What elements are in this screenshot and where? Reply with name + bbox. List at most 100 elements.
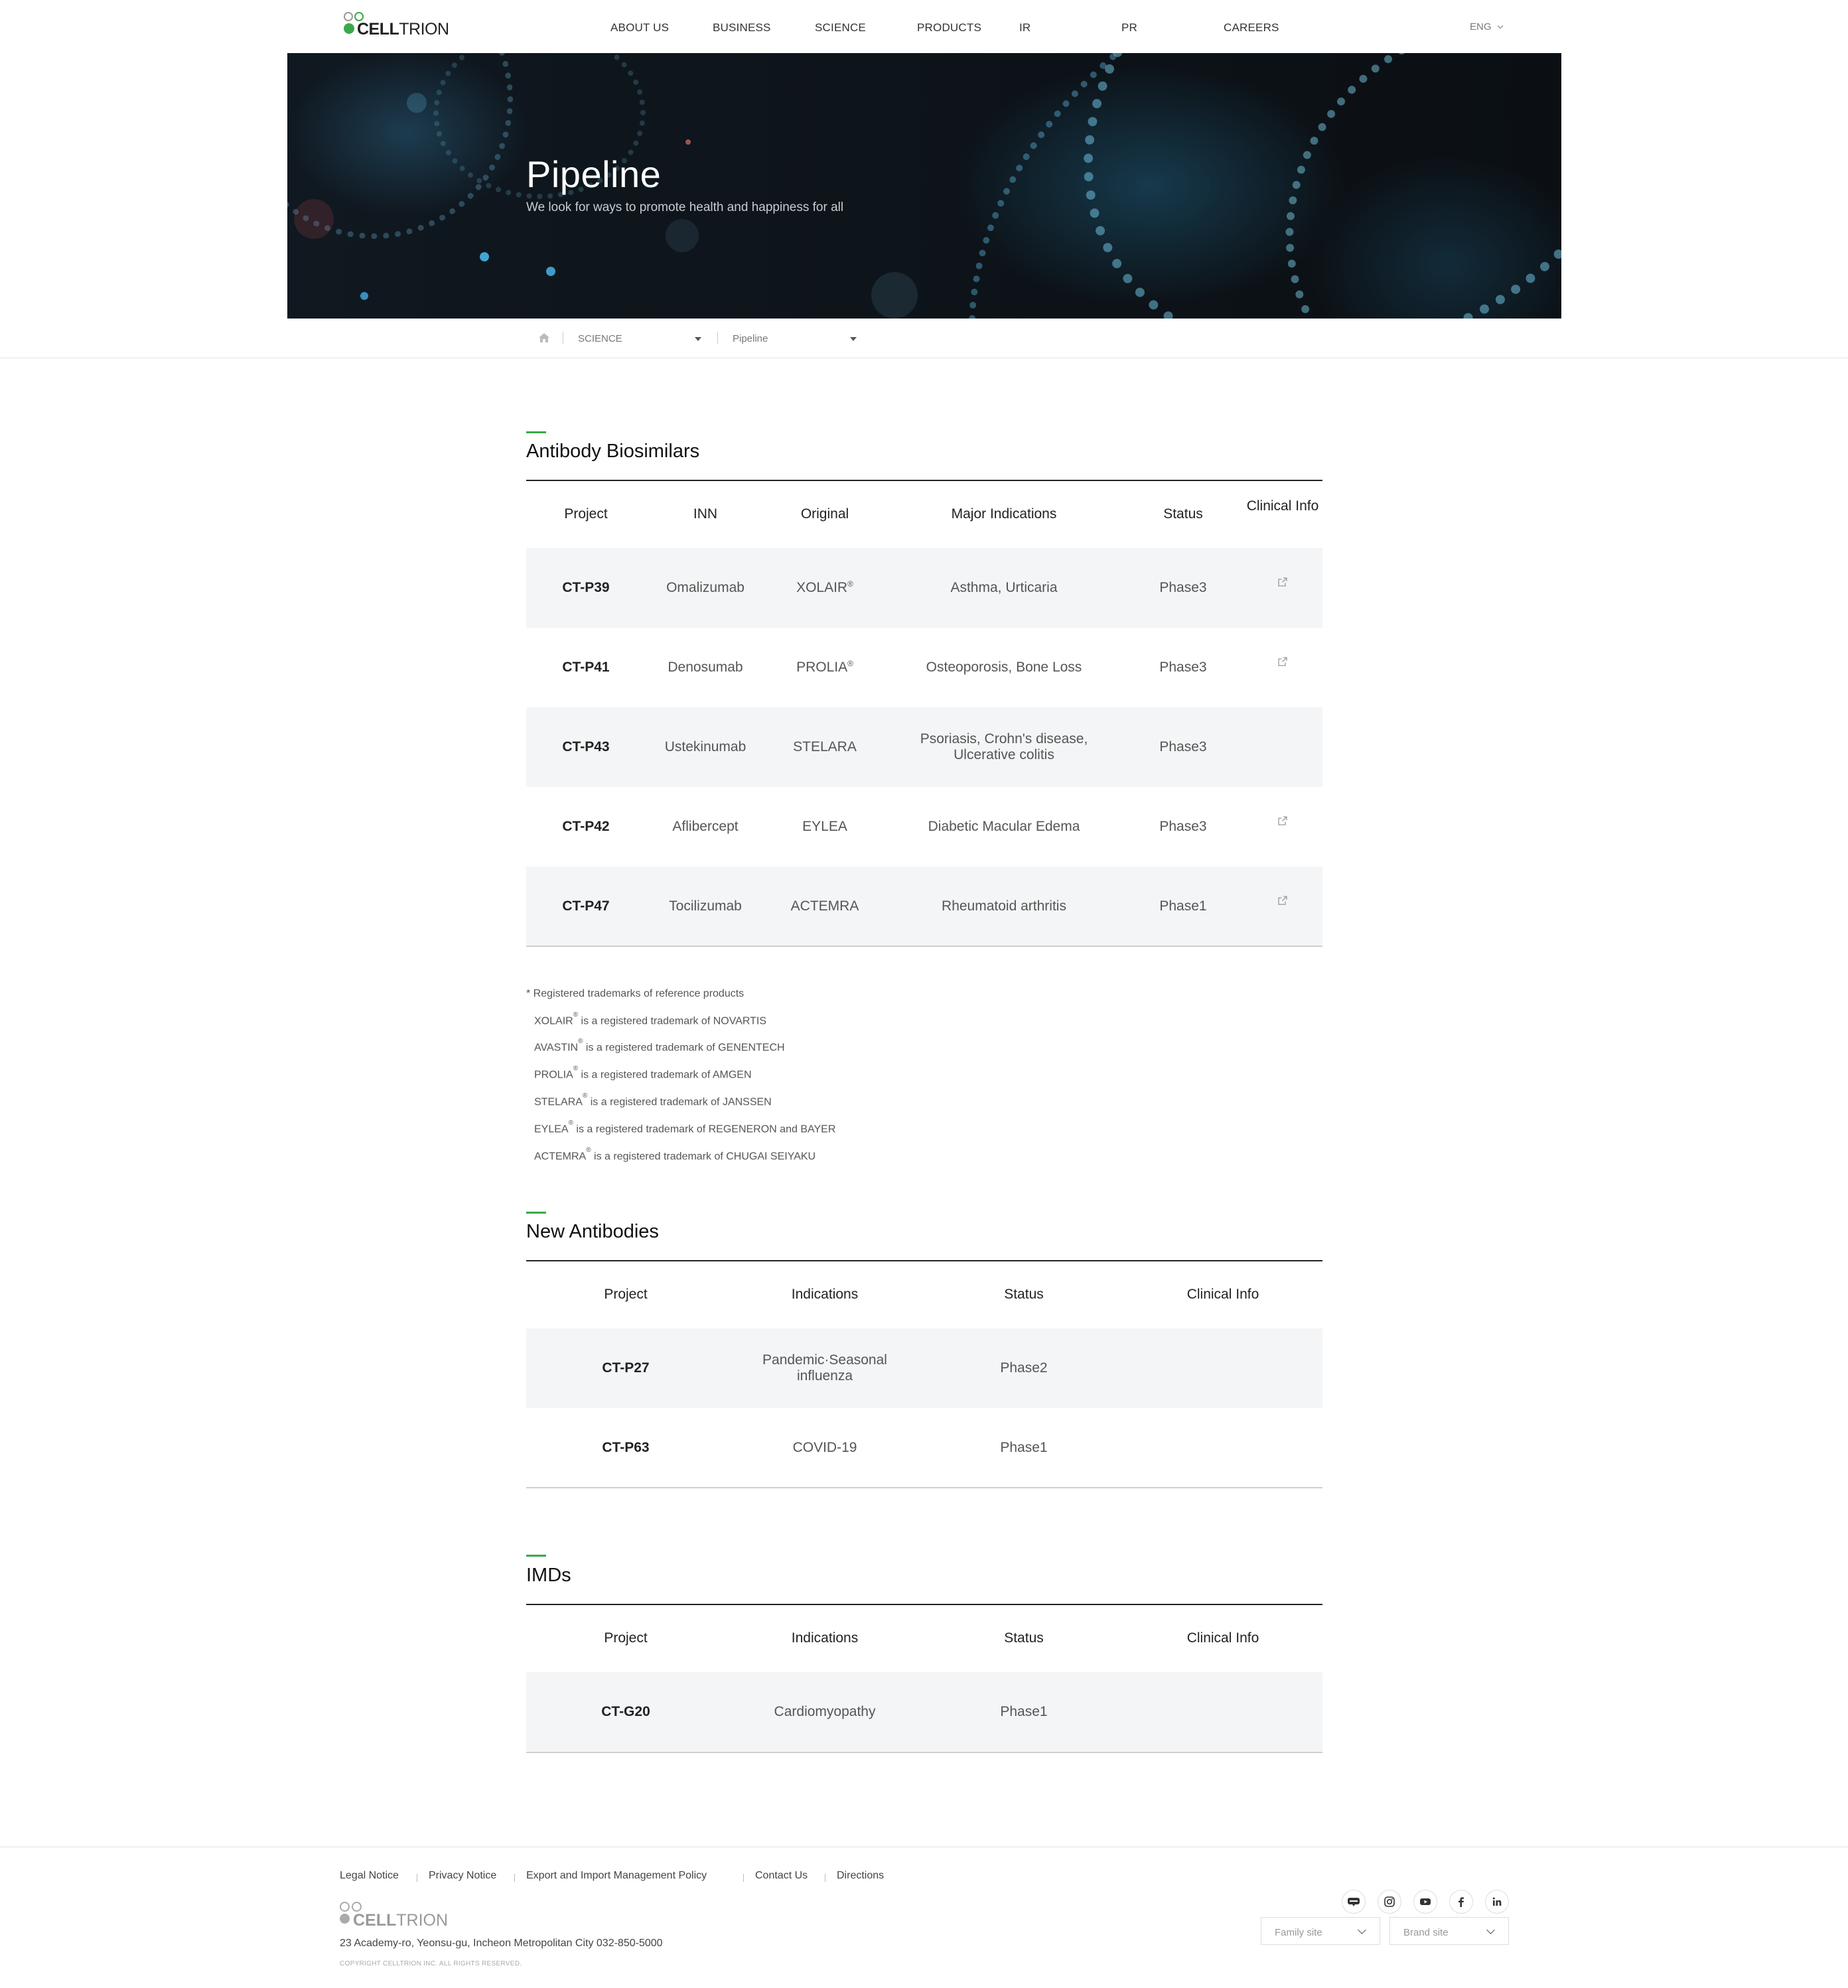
cell-status: Phase3 — [1123, 787, 1243, 867]
external-link-icon[interactable] — [1278, 577, 1287, 596]
cell-indications: Pandemic·Seasonal influenza — [725, 1328, 924, 1408]
celltrion-logo[interactable]: CELLTRION — [344, 11, 449, 38]
family-site-select[interactable]: Family site — [1261, 1917, 1380, 1945]
blog-icon[interactable] — [1342, 1890, 1366, 1914]
nav-careers[interactable]: CAREERS — [1224, 21, 1279, 35]
table-row: CT-P27 Pandemic·Seasonal influenza Phase2 — [526, 1328, 1322, 1408]
registered-mark: ® — [578, 1038, 583, 1046]
cell-text: CT-G20 — [601, 1704, 650, 1719]
logo-wordmark: CELLTRION — [357, 20, 449, 38]
column-header: Clinical Info — [1186, 1630, 1259, 1646]
cell-clinical-info — [1243, 628, 1322, 707]
trademark-owner: is a registered trademark of JANSSEN — [587, 1096, 772, 1108]
brand-site-select[interactable]: Brand site — [1389, 1917, 1509, 1945]
footer-logo: CELLTRION — [340, 1900, 449, 1930]
youtube-icon[interactable] — [1413, 1890, 1437, 1914]
column-header: Project — [604, 1287, 648, 1302]
logo-wordmark: CELLTRION — [353, 1911, 449, 1930]
footer-link-privacy-notice[interactable]: Privacy Notice — [429, 1870, 496, 1882]
section-accent — [526, 1212, 546, 1214]
bokeh-dot — [294, 199, 334, 239]
column-header: Indications — [791, 1630, 859, 1646]
column-header: Status — [1004, 1630, 1044, 1646]
cell-text: Phase3 — [1159, 660, 1207, 675]
nav-about-us[interactable]: ABOUT US — [610, 21, 669, 35]
language-selector[interactable]: ENG — [1470, 21, 1503, 33]
cell-indications: Psoriasis, Crohn's disease, Ulcerative c… — [885, 707, 1123, 787]
external-link-icon[interactable] — [1278, 896, 1287, 914]
trademark-brand: PROLIA — [534, 1069, 573, 1081]
footer-link-directions[interactable]: Directions — [837, 1870, 884, 1882]
cell-text: Denosumab — [668, 660, 743, 675]
breadcrumb-pipeline[interactable]: Pipeline — [733, 333, 768, 344]
breadcrumb-science[interactable]: SCIENCE — [578, 333, 622, 344]
cell-clinical-info — [1243, 787, 1322, 867]
cell-status: Phase1 — [1123, 867, 1243, 946]
bokeh-dot — [666, 219, 699, 252]
nav-business[interactable]: BUSINESS — [713, 21, 771, 35]
table-row: CT-G20 Cardiomyopathy Phase1 — [526, 1672, 1322, 1752]
cell-status: Phase3 — [1123, 548, 1243, 628]
trademark-brand: ACTEMRA — [534, 1150, 587, 1162]
footer-link-legal-notice[interactable]: Legal Notice — [340, 1870, 399, 1882]
trademark-owner: is a registered trademark of AMGEN — [578, 1069, 752, 1081]
cell-text: CT-P42 — [562, 819, 610, 834]
cell-text: Phase3 — [1159, 819, 1207, 834]
bokeh-dot — [546, 267, 555, 276]
cell-indications: Rheumatoid arthritis — [885, 867, 1123, 946]
trademark-brand: XOLAIR — [534, 1015, 573, 1027]
cell-project: CT-P39 — [526, 548, 646, 628]
footer-link-export-import-policy[interactable]: Export and Import Management Policy — [526, 1870, 707, 1882]
footer-divider — [743, 1874, 744, 1882]
bokeh-dot — [480, 252, 489, 261]
registered-mark: ® — [573, 1065, 579, 1073]
chevron-down-icon — [1497, 23, 1503, 29]
column-header: Project — [604, 1630, 648, 1646]
nav-ir[interactable]: IR — [1019, 21, 1031, 35]
cell-text: Tocilizumab — [669, 898, 742, 914]
trademark-note: STELARA® is a registered trademark of JA… — [526, 1088, 835, 1115]
section-title-imds: IMDs — [526, 1565, 571, 1586]
trademark-note: XOLAIR® is a registered trademark of NOV… — [526, 1007, 835, 1034]
nav-products[interactable]: PRODUCTS — [917, 21, 981, 35]
cell-text: Phase1 — [1159, 898, 1207, 914]
cell-text: Psoriasis, Crohn's disease, Ulcerative c… — [920, 731, 1088, 762]
footer-divider — [514, 1874, 515, 1882]
external-link-icon[interactable] — [1278, 816, 1287, 835]
instagram-icon[interactable] — [1378, 1890, 1401, 1914]
caret-down-icon[interactable] — [695, 337, 701, 341]
cell-text: Diabetic Macular Edema — [928, 819, 1080, 834]
logo-circle — [344, 12, 353, 21]
table-top-border — [526, 1260, 1322, 1261]
column-header: Major Indications — [951, 506, 1057, 522]
caret-down-icon[interactable] — [850, 337, 857, 341]
bokeh-dot — [871, 272, 918, 319]
external-link-icon[interactable] — [1278, 657, 1287, 675]
cell-text: CT-P39 — [562, 580, 610, 595]
nav-science[interactable]: SCIENCE — [815, 21, 866, 35]
facebook-icon[interactable] — [1449, 1890, 1473, 1914]
cell-project: CT-P47 — [526, 867, 646, 946]
column-header: Status — [1004, 1287, 1044, 1302]
cell-original: EYLEA — [765, 787, 885, 867]
nav-pr[interactable]: PR — [1121, 21, 1137, 35]
registered-mark: ® — [586, 1146, 591, 1154]
home-icon[interactable] — [539, 333, 549, 342]
cell-text: COVID-19 — [792, 1440, 857, 1455]
cell-text: CT-P27 — [602, 1360, 650, 1376]
cell-status: Phase2 — [924, 1328, 1123, 1408]
chevron-down-icon — [1358, 1926, 1366, 1934]
registered-mark: ® — [582, 1092, 588, 1100]
cell-clinical-info — [1243, 548, 1322, 628]
linkedin-icon[interactable] — [1485, 1890, 1509, 1914]
hero-banner: Pipeline We look for ways to promote hea… — [287, 53, 1561, 319]
footer-link-contact-us[interactable]: Contact Us — [755, 1870, 808, 1882]
column-header: Clinical Info — [1186, 1287, 1259, 1302]
table-row: CT-P63 COVID-19 Phase1 — [526, 1408, 1322, 1488]
cell-project: CT-P42 — [526, 787, 646, 867]
site-footer: Legal Notice Privacy Notice Export and I… — [0, 1847, 1848, 1988]
cell-clinical-info — [1243, 867, 1322, 946]
trademark-owner: is a registered trademark of REGENERON a… — [573, 1123, 836, 1135]
column-header: Status — [1163, 506, 1203, 522]
table-bottom-border — [526, 1487, 1322, 1488]
